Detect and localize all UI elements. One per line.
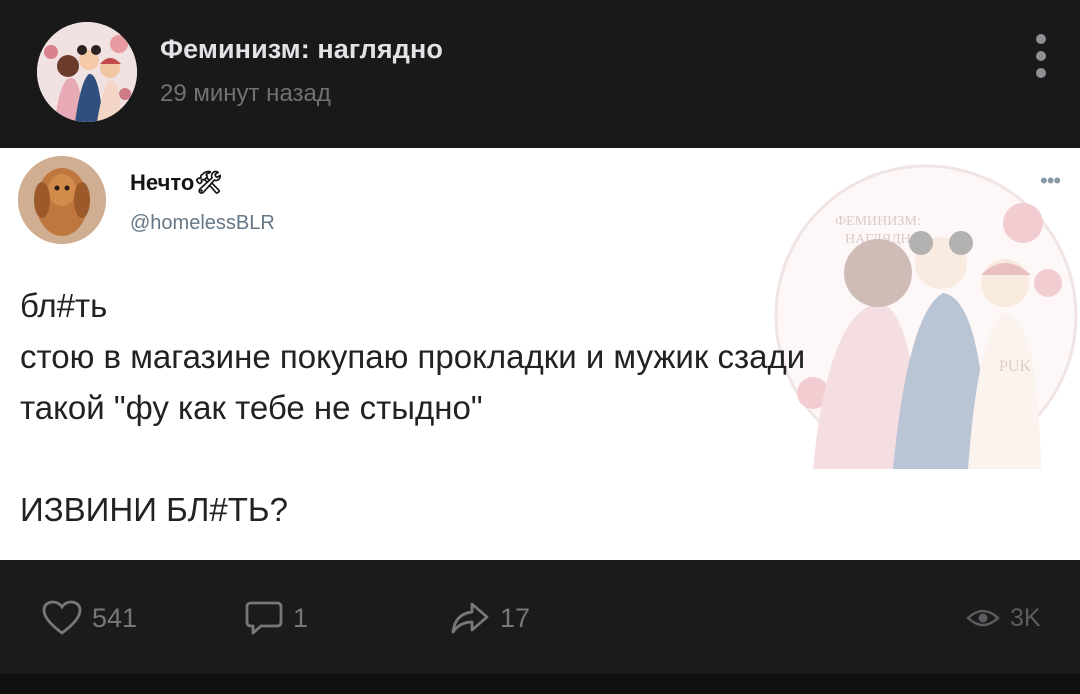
post-action-bar: 541 1 17 3K xyxy=(0,560,1080,674)
tweet-screenshot[interactable]: ФЕМИНИЗМ: НАГЛЯДНО PUK Нечто🛠 @homelessB… xyxy=(0,148,1080,560)
tweet-author-name-text: Нечто xyxy=(130,170,195,195)
views-counter: 3K xyxy=(966,600,1041,636)
more-dots-icon[interactable]: ••• xyxy=(1040,168,1061,194)
comment-count: 1 xyxy=(293,602,309,633)
watermark-line1: ФЕМИНИЗМ: xyxy=(835,214,921,229)
bottom-divider xyxy=(0,674,1080,694)
share-arrow-icon xyxy=(451,602,489,634)
views-count: 3K xyxy=(1010,603,1041,632)
post-header: Феминизм: наглядно 29 минут назад xyxy=(0,0,1080,148)
tweet-author-handle[interactable]: @homelessBLR xyxy=(130,212,275,235)
tools-emoji-icon: 🛠 xyxy=(194,170,223,195)
like-count: 541 xyxy=(92,602,138,633)
group-avatar-illustration xyxy=(37,22,137,122)
heart-icon xyxy=(42,600,82,635)
like-button[interactable]: 541 xyxy=(42,600,137,636)
share-count: 17 xyxy=(500,602,531,633)
tweet-author-avatar[interactable] xyxy=(18,156,106,244)
vertical-dots-icon[interactable] xyxy=(1033,34,1049,80)
comment-button[interactable]: 1 xyxy=(245,600,308,636)
group-avatar[interactable] xyxy=(37,22,137,122)
tweet-text: бл#ть стою в магазине покупаю прокладки … xyxy=(20,287,806,528)
comment-icon xyxy=(245,601,283,635)
post-time[interactable]: 29 минут назад xyxy=(160,80,331,108)
tweet-author-name[interactable]: Нечто🛠 xyxy=(130,170,222,196)
group-name[interactable]: Феминизм: наглядно xyxy=(160,34,443,65)
eye-icon xyxy=(966,609,1000,627)
dog-avatar-illustration xyxy=(18,156,106,244)
share-button[interactable]: 17 xyxy=(450,600,530,636)
